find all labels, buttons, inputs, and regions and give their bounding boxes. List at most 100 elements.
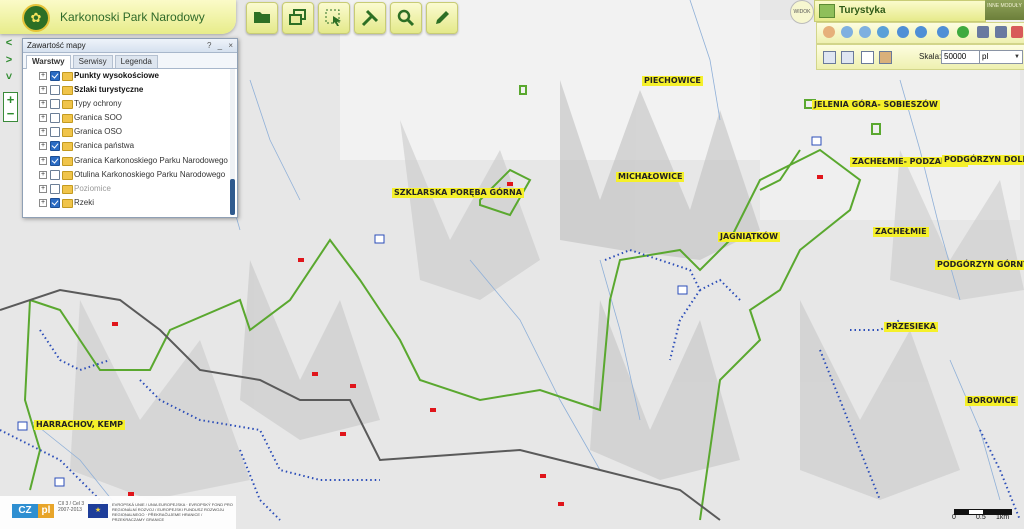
park-logo: ✿	[22, 4, 50, 32]
layer-item: + Otulina Karkonoskiego Parku Narodowego	[23, 168, 237, 182]
windows-button[interactable]	[282, 2, 314, 34]
layer-checkbox[interactable]	[50, 85, 60, 96]
view-button[interactable]: WIDOK	[790, 0, 814, 24]
back-arrow-icon[interactable]	[897, 26, 909, 38]
layer-checkbox[interactable]	[50, 183, 60, 194]
layer-label[interactable]: Granica OSO	[74, 125, 122, 139]
tab-serwisy[interactable]: Serwisy	[72, 55, 113, 68]
pages-icon[interactable]	[841, 51, 854, 64]
zoom-out-icon[interactable]	[859, 26, 871, 38]
tab-warstwy[interactable]: Warstwy	[26, 55, 71, 69]
layer-label[interactable]: Granica Karkonoskiego Parku Narodowego	[74, 154, 228, 168]
expand-icon[interactable]: +	[39, 170, 47, 179]
tourism-module-label: Turystyka	[839, 5, 886, 16]
pan-icon[interactable]	[937, 26, 949, 38]
scalebar-tick: 0	[952, 514, 956, 521]
expand-icon[interactable]: +	[39, 142, 47, 151]
scale-row: Skala: 50000 ▼ pl ▼	[816, 44, 1024, 70]
language-select[interactable]: pl ▼	[979, 50, 1023, 64]
save-icon[interactable]	[995, 26, 1007, 38]
close-button[interactable]: ×	[228, 41, 233, 50]
map-scalebar: 0 0.5 1km	[952, 503, 1012, 525]
ruler-icon[interactable]	[879, 51, 892, 64]
layer-label[interactable]: Typy ochrony	[74, 97, 122, 111]
place-label-jelenia-gora-sobieszow: JELENIA GÓRA- SOBIESZÓW	[812, 100, 940, 110]
layer-checkbox[interactable]	[50, 99, 60, 110]
place-label-michalowice: MICHAŁOWICE	[616, 172, 685, 182]
expand-icon[interactable]: +	[39, 86, 47, 95]
layer-checkbox[interactable]	[50, 113, 60, 124]
info-icon[interactable]	[957, 26, 969, 38]
print-icon[interactable]	[977, 26, 989, 38]
layer-checkbox[interactable]	[50, 169, 60, 180]
pencil-icon	[436, 11, 449, 24]
layer-checkbox[interactable]	[50, 141, 60, 152]
layer-checkbox[interactable]	[50, 127, 60, 138]
layer-item: + Punkty wysokościowe	[23, 69, 237, 83]
globe-icon[interactable]	[877, 26, 889, 38]
layer-item: + Typy ochrony	[23, 97, 237, 111]
map-contents-panel: Zawartość mapy ? _ × Warstwy Serwisy Leg…	[22, 38, 238, 218]
place-label-borowice: BOROWICE	[965, 396, 1018, 406]
place-label-harrachov-kemp: HARRACHOV, KEMP	[34, 420, 126, 430]
link-icon[interactable]	[861, 51, 874, 64]
hand-icon[interactable]	[823, 26, 835, 38]
layer-checkbox[interactable]	[50, 71, 60, 81]
place-label-zachelmie: ZACHEŁMIE	[873, 227, 929, 237]
folder-icon	[62, 142, 73, 152]
draw-button[interactable]	[426, 2, 458, 34]
pan-down-button[interactable]: ˅	[4, 72, 14, 83]
layer-label[interactable]: Poziomice	[74, 182, 111, 196]
tools-button[interactable]	[354, 2, 386, 34]
place-label-podgorzyn-gorny: PODGÓRZYN GÓRNY	[935, 260, 1024, 270]
pan-left-button[interactable]: <	[4, 38, 14, 49]
layer-checkbox[interactable]	[50, 197, 60, 208]
place-label-jagniatkow: JAGNIĄTKÓW	[718, 232, 780, 242]
panel-tabs: Warstwy Serwisy Legenda	[23, 53, 237, 69]
expand-icon[interactable]: +	[39, 128, 47, 137]
layer-label[interactable]: Granica państwa	[74, 139, 134, 153]
layers-copy-icon[interactable]	[823, 51, 836, 64]
place-label-szklarska-poreba-gorna: SZKLARSKA PORĘBA GÓRNA	[392, 188, 524, 198]
layer-label[interactable]: Punkty wysokościowe	[74, 69, 159, 83]
pl-logo: pl	[38, 504, 54, 518]
tools-icon	[361, 9, 379, 27]
expand-icon[interactable]: +	[39, 184, 47, 193]
layer-label[interactable]: Granica SOO	[74, 111, 122, 125]
layer-list: + Punkty wysokościowe + Szlaki turystyczne…	[23, 69, 237, 215]
open-folder-button[interactable]	[246, 2, 278, 34]
layer-scrollbar-thumb[interactable]	[230, 179, 235, 215]
help-button[interactable]: ?	[207, 41, 211, 50]
layer-label[interactable]: Rzeki	[74, 196, 94, 210]
folder-icon	[62, 198, 73, 208]
layer-label[interactable]: Szlaki turystyczne	[74, 83, 143, 97]
tourism-module-tab[interactable]: Turystyka	[814, 0, 986, 22]
place-label-przesieka: PRZESIEKA	[884, 322, 938, 332]
forward-arrow-icon[interactable]	[915, 26, 927, 38]
tab-legenda[interactable]: Legenda	[114, 55, 158, 68]
expand-icon[interactable]: +	[39, 198, 47, 207]
panel-header[interactable]: Zawartość mapy ? _ ×	[23, 39, 237, 53]
other-modules-button[interactable]: INNE MODUŁY	[985, 0, 1024, 20]
expand-icon[interactable]: +	[39, 114, 47, 123]
folder-icon	[62, 100, 73, 110]
layer-label[interactable]: Otulina Karkonoskiego Parku Narodowego	[74, 168, 225, 182]
pan-right-button[interactable]: >	[4, 55, 14, 66]
folder-icon	[62, 156, 73, 166]
expand-icon[interactable]: +	[39, 156, 47, 165]
expand-icon[interactable]: +	[39, 100, 47, 109]
place-label-piechowice: PIECHOWICE	[642, 76, 703, 86]
layer-checkbox[interactable]	[50, 155, 60, 166]
expand-icon[interactable]: +	[39, 72, 47, 80]
zoom-in-button[interactable]: +	[4, 93, 17, 107]
language-value: pl	[982, 52, 989, 61]
minimize-button[interactable]: _	[218, 41, 222, 50]
layer-item: + Granica OSO	[23, 125, 237, 139]
zoom-in-icon[interactable]	[841, 26, 853, 38]
layer-item: + Granica SOO	[23, 111, 237, 125]
chart-icon[interactable]	[1011, 26, 1023, 38]
zoom-out-button[interactable]: −	[4, 107, 17, 121]
layer-item: + Granica państwa	[23, 139, 237, 153]
search-button[interactable]	[390, 2, 422, 34]
select-tool-button[interactable]	[318, 2, 350, 34]
